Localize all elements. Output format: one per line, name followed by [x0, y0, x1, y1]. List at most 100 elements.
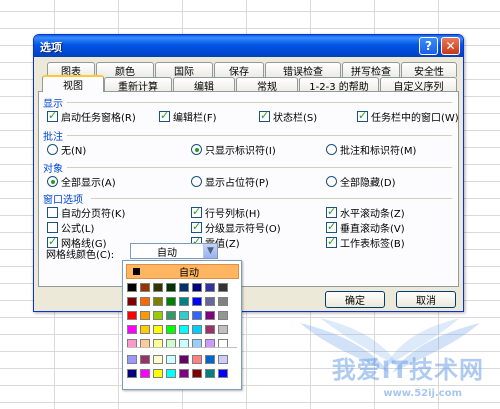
color-swatch[interactable]: [179, 369, 189, 378]
color-swatch[interactable]: [192, 325, 202, 334]
tab-error-checking[interactable]: 错误检查: [265, 62, 341, 78]
color-swatch[interactable]: [205, 297, 215, 306]
color-swatch[interactable]: [179, 283, 189, 292]
radio[interactable]: [47, 144, 58, 155]
option-formula-bar[interactable]: 编辑栏(F): [159, 109, 217, 124]
color-swatch[interactable]: [166, 355, 176, 364]
color-swatch[interactable]: [140, 355, 150, 364]
color-swatch[interactable]: [205, 311, 215, 320]
color-swatch[interactable]: [179, 311, 189, 320]
gridline-color-dropdown[interactable]: 自动 ▼: [130, 243, 218, 259]
color-swatch[interactable]: [166, 369, 176, 378]
color-swatch[interactable]: [218, 369, 228, 378]
tab-color[interactable]: 颜色: [96, 62, 154, 78]
color-swatch[interactable]: [205, 283, 215, 292]
color-swatch[interactable]: [205, 325, 215, 334]
ok-button[interactable]: 确定: [325, 291, 385, 308]
color-swatch[interactable]: [218, 325, 228, 334]
color-swatch[interactable]: [153, 369, 163, 378]
option-comments-none[interactable]: 无(N): [47, 142, 86, 157]
color-swatch[interactable]: [179, 355, 189, 364]
option-status-bar[interactable]: 状态栏(S): [259, 109, 317, 124]
option-startup-task-pane[interactable]: 启动任务窗格(R): [47, 109, 136, 124]
option-outline-symbols[interactable]: 分级显示符号(O): [191, 220, 281, 235]
option-horizontal-scrollbar[interactable]: 水平滚动条(Z): [326, 205, 405, 220]
option-page-breaks[interactable]: 自动分页符(K): [47, 205, 125, 220]
checkbox[interactable]: [259, 109, 270, 122]
tab-calculation[interactable]: 重新计算: [104, 77, 172, 93]
option-row-col-headers[interactable]: 行号列标(H): [191, 205, 260, 220]
color-swatch[interactable]: [192, 311, 202, 320]
tab-lotus-help[interactable]: 1-2-3 的帮助: [299, 77, 379, 93]
color-swatch[interactable]: [127, 355, 137, 364]
color-swatch[interactable]: [140, 325, 150, 334]
color-swatch[interactable]: [192, 283, 202, 292]
color-swatch[interactable]: [179, 325, 189, 334]
tab-custom-lists[interactable]: 自定义序列: [380, 77, 457, 93]
color-swatch[interactable]: [218, 297, 228, 306]
color-swatch[interactable]: [127, 283, 137, 292]
color-swatch[interactable]: [192, 297, 202, 306]
title-bar[interactable]: 选项 ? ✕: [34, 35, 463, 57]
palette-auto-option[interactable]: 自动: [126, 264, 239, 279]
color-swatch[interactable]: [218, 355, 228, 364]
color-swatch[interactable]: [166, 297, 176, 306]
tab-general[interactable]: 常规: [236, 77, 298, 93]
color-swatch[interactable]: [153, 297, 163, 306]
color-swatch[interactable]: [166, 311, 176, 320]
option-windows-in-taskbar[interactable]: 任务栏中的窗口(W): [357, 109, 459, 124]
radio[interactable]: [191, 144, 202, 155]
checkbox[interactable]: [191, 220, 202, 233]
color-swatch[interactable]: [218, 283, 228, 292]
radio[interactable]: [326, 176, 337, 187]
color-swatch[interactable]: [205, 355, 215, 364]
checkbox[interactable]: [326, 205, 337, 218]
color-swatch[interactable]: [153, 355, 163, 364]
color-swatch[interactable]: [153, 283, 163, 292]
color-swatch[interactable]: [166, 325, 176, 334]
tab-international[interactable]: 国际: [155, 62, 213, 78]
radio[interactable]: [47, 176, 58, 187]
color-swatch[interactable]: [153, 325, 163, 334]
tab-spelling[interactable]: 拼写检查: [342, 62, 400, 78]
tab-save[interactable]: 保存: [214, 62, 264, 78]
option-vertical-scrollbar[interactable]: 垂直滚动条(V): [326, 220, 405, 235]
close-button[interactable]: ✕: [441, 37, 460, 55]
tab-security[interactable]: 安全性: [401, 62, 457, 78]
radio[interactable]: [191, 176, 202, 187]
color-swatch[interactable]: [140, 283, 150, 292]
color-swatch[interactable]: [192, 369, 202, 378]
option-show-placeholders[interactable]: 显示占位符(P): [191, 174, 269, 189]
color-swatch[interactable]: [140, 297, 150, 306]
checkbox[interactable]: [47, 109, 58, 122]
checkbox[interactable]: [159, 109, 170, 122]
checkbox[interactable]: [47, 207, 58, 218]
color-swatch[interactable]: [179, 297, 189, 306]
chevron-down-icon[interactable]: ▼: [203, 244, 217, 258]
color-swatch[interactable]: [192, 355, 202, 364]
option-sheet-tabs[interactable]: 工作表标签(B): [326, 235, 405, 250]
checkbox[interactable]: [326, 235, 337, 248]
color-swatch[interactable]: [127, 325, 137, 334]
color-swatch[interactable]: [140, 311, 150, 320]
color-swatch[interactable]: [127, 297, 137, 306]
checkbox[interactable]: [191, 205, 202, 218]
radio[interactable]: [326, 144, 337, 155]
option-formulas[interactable]: 公式(L): [47, 220, 94, 235]
option-comments-and-indicator[interactable]: 批注和标识符(M): [326, 142, 416, 157]
checkbox[interactable]: [326, 220, 337, 233]
tab-view[interactable]: 视图: [42, 75, 104, 92]
help-button[interactable]: ?: [419, 37, 438, 55]
checkbox[interactable]: [47, 222, 58, 233]
checkbox[interactable]: [357, 109, 368, 122]
option-hide-all[interactable]: 全部隐藏(D): [326, 174, 396, 189]
cancel-button[interactable]: 取消: [396, 291, 456, 308]
color-swatch[interactable]: [140, 369, 150, 378]
tab-edit[interactable]: 编辑: [173, 77, 235, 93]
color-swatch[interactable]: [166, 283, 176, 292]
option-comments-indicator-only[interactable]: 只显示标识符(I): [191, 142, 276, 157]
color-swatch[interactable]: [127, 369, 137, 378]
color-swatch[interactable]: [218, 311, 228, 320]
color-swatch[interactable]: [153, 311, 163, 320]
color-swatch[interactable]: [127, 311, 137, 320]
